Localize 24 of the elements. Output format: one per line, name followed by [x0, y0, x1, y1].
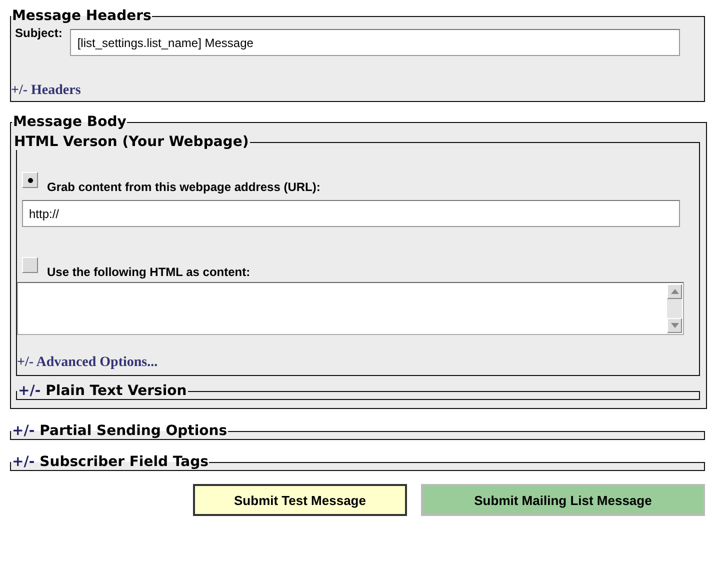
radio-button[interactable]	[22, 172, 38, 188]
section-title: Plain Text Version	[46, 383, 187, 399]
option-label: Use the following HTML as content:	[47, 265, 250, 279]
section-title: Subscriber Field Tags	[40, 454, 208, 470]
advanced-options-link[interactable]: +/- Advanced Options...	[17, 355, 684, 371]
section-title: Message Headers	[11, 8, 152, 24]
url-field[interactable]: http://	[22, 200, 680, 227]
subject-label: Subject:	[15, 26, 62, 40]
subject-field[interactable]: [list_settings.list_name] Message	[70, 29, 680, 56]
headers-toggle-link[interactable]: +/- Headers	[11, 83, 81, 99]
html-text-area[interactable]	[17, 282, 684, 335]
submit-button[interactable]: Submit Mailing List Message	[421, 484, 705, 516]
toggle-link[interactable]: +/-	[12, 423, 35, 439]
scroll-up-icon[interactable]	[667, 284, 682, 299]
scrollbar[interactable]	[667, 284, 682, 333]
section-title: Partial Sending Options	[40, 423, 228, 439]
submit-button[interactable]: Submit Test Message	[193, 484, 407, 516]
scroll-down-icon[interactable]	[667, 318, 682, 333]
radio-button[interactable]	[22, 257, 38, 273]
toggle-link[interactable]: +/-	[18, 383, 41, 399]
toggle-link[interactable]: +/-	[12, 454, 35, 470]
section-title: Message Body	[12, 114, 128, 130]
section-title: HTML Verson (Your Webpage)	[13, 134, 250, 150]
option-label: Grab content from this webpage address (URL):	[47, 180, 320, 194]
